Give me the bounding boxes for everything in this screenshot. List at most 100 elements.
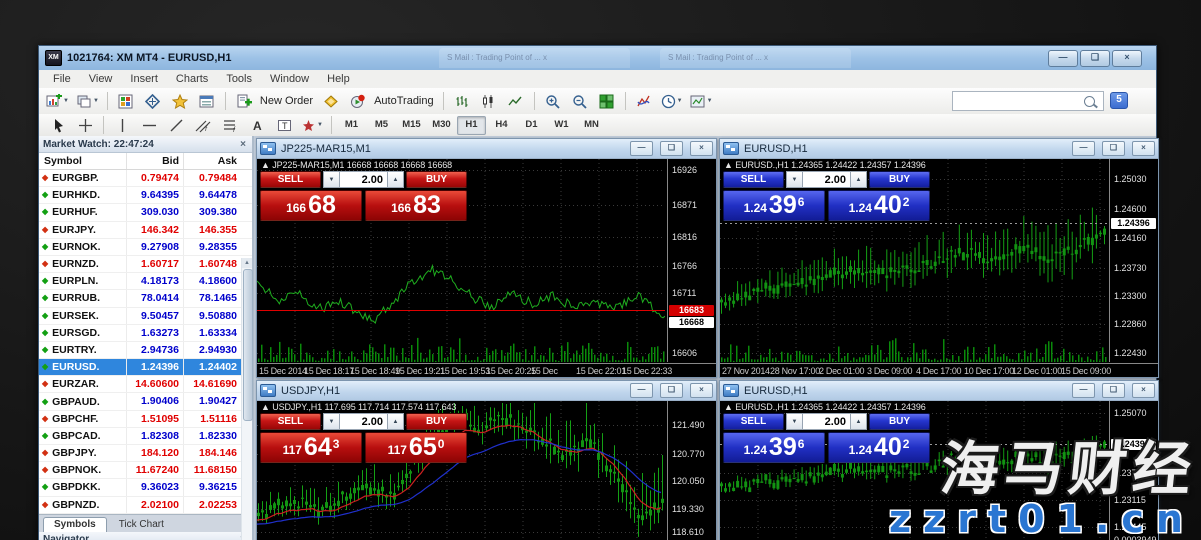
market-watch-row-eurusd[interactable]: ◆EURUSD.1.243961.24402 [39, 359, 252, 376]
sell-button[interactable]: SELL [260, 171, 321, 188]
new-order-label[interactable]: New Order [260, 95, 313, 107]
market-watch-row-eurtry[interactable]: ◆EURTRY.2.947362.94930 [39, 342, 252, 359]
buy-button[interactable]: BUY [869, 413, 930, 430]
zoom-in-button[interactable] [540, 90, 566, 112]
restore-button[interactable]: ❑ [1080, 50, 1110, 67]
lot-increase-button[interactable]: ▲ [387, 413, 404, 430]
market-watch-column-header[interactable]: Symbol Bid Ask [39, 153, 252, 170]
lot-size-field[interactable]: 2.00 [340, 171, 387, 188]
column-bid[interactable]: Bid [127, 153, 184, 169]
time-axis[interactable]: 15 Dec 201415 Dec 18:1715 Dec 18:4915 De… [257, 363, 716, 377]
indicators-button[interactable] [631, 90, 657, 112]
title-bar[interactable]: XM 1021764: XM MT4 - EURUSD,H1 S Mail : … [39, 46, 1156, 71]
text-tool-button[interactable]: A [244, 114, 270, 136]
search-input[interactable] [953, 93, 1084, 109]
market-watch-row-eurrub[interactable]: ◆EURRUB.78.041478.1465 [39, 290, 252, 307]
chart-plot-area[interactable]: 1.250701.237651.231151.224450.00039491.2… [720, 401, 1158, 540]
market-watch-row-gbpchf[interactable]: ◆GBPCHF.1.510951.51116 [39, 411, 252, 428]
chart-close-button[interactable]: × [1132, 383, 1155, 398]
chart-minimize-button[interactable]: — [1072, 141, 1095, 156]
lot-decrease-button[interactable]: ▼ [323, 413, 340, 430]
sell-button[interactable]: SELL [723, 171, 784, 188]
sell-button[interactable]: SELL [723, 413, 784, 430]
data-window-button[interactable] [140, 90, 166, 112]
buy-price-display[interactable]: 117650 [365, 432, 467, 463]
timeframe-m30[interactable]: M30 [427, 116, 456, 135]
chart-close-button[interactable]: × [690, 141, 713, 156]
tile-windows-button[interactable] [594, 90, 620, 112]
search-icon[interactable] [1084, 96, 1095, 107]
lot-size-field[interactable]: 2.00 [803, 171, 850, 188]
navigator-button[interactable] [167, 90, 193, 112]
chart-titlebar[interactable]: EURUSD,H1—❑× [720, 139, 1158, 159]
chart-titlebar[interactable]: JP225-MAR15,M1—❑× [257, 139, 716, 159]
close-button[interactable]: × [1112, 50, 1142, 67]
lot-increase-button[interactable]: ▲ [387, 171, 404, 188]
market-watch-row-gbpnok[interactable]: ◆GBPNOK.11.6724011.68150 [39, 462, 252, 479]
timeframe-d1[interactable]: D1 [517, 116, 546, 135]
candlestick-chart-button[interactable] [476, 90, 502, 112]
buy-price-display[interactable]: 16683 [365, 190, 467, 221]
new-chart-button[interactable]: ▼ [43, 90, 72, 112]
buy-button[interactable]: BUY [406, 171, 467, 188]
menu-tools[interactable]: Tools [218, 72, 260, 86]
metaeditor-button[interactable] [318, 90, 344, 112]
market-watch-header[interactable]: Market Watch: 22:47:24 × [39, 136, 252, 153]
chart-minimize-button[interactable]: — [1072, 383, 1095, 398]
market-watch-row-gbpjpy[interactable]: ◆GBPJPY.184.120184.146 [39, 445, 252, 462]
sell-price-display[interactable]: 1.24396 [723, 432, 825, 463]
market-watch-row-eurzar[interactable]: ◆EURZAR.14.6060014.61690 [39, 376, 252, 393]
search-box[interactable] [952, 91, 1104, 111]
sell-price-display[interactable]: 16668 [260, 190, 362, 221]
autotrading-button[interactable] [345, 90, 371, 112]
autotrading-label[interactable]: AutoTrading [374, 95, 434, 107]
chart-close-button[interactable]: × [1132, 141, 1155, 156]
lot-decrease-button[interactable]: ▼ [786, 413, 803, 430]
menu-file[interactable]: File [45, 72, 79, 86]
timeframe-m5[interactable]: M5 [367, 116, 396, 135]
fibonacci-tool-button[interactable]: f [217, 114, 243, 136]
market-watch-row-eursek[interactable]: ◆EURSEK.9.504579.50880 [39, 308, 252, 325]
scroll-up-icon[interactable]: ▲ [242, 258, 252, 268]
market-watch-row-eurnok[interactable]: ◆EURNOK.9.279089.28355 [39, 239, 252, 256]
chart-plot-area[interactable]: 1692616871168161676616711166061668316668… [257, 159, 716, 377]
scrollbar-thumb[interactable] [243, 269, 253, 421]
market-watch-row-gbpcad[interactable]: ◆GBPCAD.1.823081.82330 [39, 428, 252, 445]
menu-window[interactable]: Window [262, 72, 317, 86]
minimize-button[interactable]: — [1048, 50, 1078, 67]
label-tool-button[interactable]: T [271, 114, 297, 136]
market-watch-close-icon[interactable]: × [238, 139, 248, 150]
terminal-button[interactable] [194, 90, 220, 112]
vertical-line-tool-button[interactable] [109, 114, 135, 136]
tab-symbols[interactable]: Symbols [43, 517, 107, 532]
buy-button[interactable]: BUY [406, 413, 467, 430]
arrows-tool-button[interactable]: ▼ [298, 114, 326, 136]
market-watch-row-eurhkd[interactable]: ◆EURHKD.9.643959.64478 [39, 187, 252, 204]
menu-help[interactable]: Help [319, 72, 358, 86]
channel-tool-button[interactable]: f [190, 114, 216, 136]
lot-decrease-button[interactable]: ▼ [323, 171, 340, 188]
chart-minimize-button[interactable]: — [630, 141, 653, 156]
buy-price-display[interactable]: 1.24402 [828, 190, 930, 221]
line-chart-button[interactable] [503, 90, 529, 112]
periods-button[interactable]: ▼ [658, 90, 686, 112]
horizontal-line-tool-button[interactable] [136, 114, 162, 136]
new-order-button[interactable] [231, 90, 257, 112]
lot-decrease-button[interactable]: ▼ [786, 171, 803, 188]
navigator-header[interactable]: Navigator × [39, 532, 252, 540]
menu-charts[interactable]: Charts [168, 72, 216, 86]
menu-insert[interactable]: Insert [122, 72, 166, 86]
trendline-tool-button[interactable] [163, 114, 189, 136]
market-watch-row-gbpdkk[interactable]: ◆GBPDKK.9.360239.36215 [39, 479, 252, 496]
sell-price-display[interactable]: 1.24396 [723, 190, 825, 221]
market-watch-scrollbar[interactable]: ▲ ▼ [241, 258, 252, 540]
bar-chart-button[interactable] [449, 90, 475, 112]
chart-restore-button[interactable]: ❑ [660, 141, 683, 156]
time-axis[interactable]: 27 Nov 201428 Nov 17:002 Dec 01:003 Dec … [720, 363, 1158, 377]
chart-plot-area[interactable]: 121.490120.770120.050119.330118.610▲ USD… [257, 401, 716, 540]
market-watch-row-eurjpy[interactable]: ◆EURJPY.146.342146.355 [39, 222, 252, 239]
market-watch-row-eurhuf[interactable]: ◆EURHUF.309.030309.380 [39, 204, 252, 221]
timeframe-h4[interactable]: H4 [487, 116, 516, 135]
column-ask[interactable]: Ask [184, 153, 241, 169]
timeframe-w1[interactable]: W1 [547, 116, 576, 135]
